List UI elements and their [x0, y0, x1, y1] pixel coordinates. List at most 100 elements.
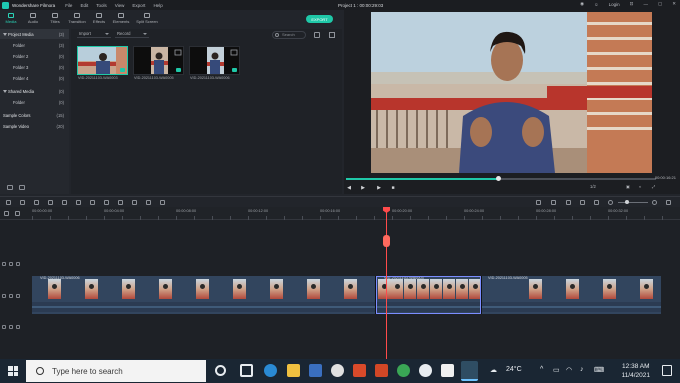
filter-icon[interactable]	[314, 32, 320, 38]
taskbar-search-input[interactable]: Type here to search	[26, 360, 206, 382]
task-view-icon[interactable]	[240, 364, 253, 377]
start-button[interactable]	[8, 366, 18, 376]
media-search-input[interactable]: Search	[272, 31, 306, 39]
cortana-icon[interactable]	[215, 365, 226, 376]
track-icon[interactable]	[2, 325, 6, 329]
tree-item-folder[interactable]: Folder (3)	[0, 40, 69, 50]
speed-icon[interactable]	[90, 200, 95, 205]
edge-icon[interactable]	[264, 364, 277, 377]
fullscreen-icon[interactable]: ⤢	[652, 184, 655, 189]
menu-file[interactable]: File	[65, 3, 72, 8]
eye-icon[interactable]	[16, 262, 20, 266]
menu-edit[interactable]: Edit	[80, 3, 88, 8]
adjust-icon[interactable]	[132, 200, 137, 205]
office-icon[interactable]	[353, 364, 366, 377]
import-dropdown[interactable]: Import	[77, 31, 111, 38]
mixer-icon[interactable]	[580, 200, 585, 205]
menu-export[interactable]: Export	[132, 3, 145, 8]
eye-icon[interactable]	[16, 294, 20, 298]
menu-help[interactable]: Help	[153, 3, 162, 8]
zoom-out-icon[interactable]	[608, 200, 613, 205]
media-item[interactable]	[189, 46, 240, 75]
tab-transition[interactable]: Transition	[66, 10, 88, 27]
preview-video[interactable]	[371, 12, 652, 173]
menu-view[interactable]: View	[115, 3, 125, 8]
crop-icon[interactable]	[62, 200, 67, 205]
tree-item-sample-video[interactable]: Sample Video (20)	[0, 121, 69, 131]
zoom-slider[interactable]	[618, 202, 648, 203]
notifications-icon[interactable]	[662, 365, 672, 376]
tab-audio[interactable]: Audio	[22, 10, 44, 27]
filmora-taskbar-icon[interactable]	[461, 361, 478, 381]
close-icon[interactable]: ✕	[672, 1, 676, 7]
language-icon[interactable]: ⌨	[594, 366, 604, 374]
tree-item-shared-media[interactable]: Shared Media (0)	[0, 86, 69, 96]
recolor-icon[interactable]	[160, 200, 165, 205]
zoom-slider-handle[interactable]	[625, 200, 629, 204]
cart-icon[interactable]: ⊡	[630, 1, 634, 7]
fit-timeline-icon[interactable]	[666, 200, 671, 205]
volume-icon[interactable]: ◐	[639, 184, 642, 189]
chrome-icon[interactable]	[331, 364, 344, 377]
minimize-icon[interactable]: —	[643, 2, 648, 7]
battery-icon[interactable]: ▭	[553, 366, 560, 374]
playhead-split-marker[interactable]	[383, 235, 390, 247]
timeline-ruler[interactable]: 00:00:00:00 00:00:04:00 00:00:08:00 00:00:1…	[0, 207, 680, 220]
snapshot-icon[interactable]: ▣	[626, 184, 630, 189]
tree-item-project-media[interactable]: Project Media (3)	[0, 29, 69, 39]
audio-mixer-icon[interactable]	[146, 200, 151, 205]
record-dropdown[interactable]: Record	[115, 31, 149, 38]
maximize-icon[interactable]: ▢	[658, 1, 662, 7]
mute-icon[interactable]	[16, 325, 20, 329]
speaker-icon[interactable]: ♪	[580, 366, 584, 373]
green-screen-icon[interactable]	[118, 200, 123, 205]
preview-scrubber[interactable]	[346, 176, 656, 181]
tree-item-sample-colors[interactable]: Sample Colors (15)	[0, 110, 69, 120]
grid-view-icon[interactable]	[329, 32, 335, 38]
cut-icon[interactable]	[48, 200, 53, 205]
weather-icon[interactable]: ☁	[490, 366, 497, 374]
network-icon[interactable]: ◠	[566, 366, 572, 374]
scrubber-handle[interactable]	[495, 176, 501, 181]
redo-icon[interactable]	[20, 200, 25, 205]
playback-quality[interactable]: 1/2	[590, 184, 596, 189]
login-link[interactable]: Login	[609, 2, 620, 7]
media-item[interactable]	[133, 46, 184, 75]
video-track[interactable]: VID-20211103-WA0006 VID-20211103-WA0003 …	[32, 276, 661, 314]
lock-icon[interactable]	[9, 294, 13, 298]
add-track-icon[interactable]	[4, 211, 9, 216]
music-icon[interactable]	[419, 364, 432, 377]
color-icon[interactable]	[104, 200, 109, 205]
step-back-icon[interactable]: ▶	[360, 185, 366, 191]
zoom-in-icon[interactable]	[652, 200, 657, 205]
tree-item-folder-2[interactable]: Folder 2 (0)	[0, 51, 69, 61]
powerpoint-icon[interactable]	[375, 364, 388, 377]
zoom-crop-icon[interactable]	[76, 200, 81, 205]
link-icon[interactable]	[15, 211, 20, 216]
tree-item-folder-3[interactable]: Folder 3 (0)	[0, 62, 69, 72]
stop-icon[interactable]: ■	[390, 185, 396, 191]
tab-media[interactable]: Media	[0, 10, 22, 27]
voiceover-icon[interactable]	[566, 200, 571, 205]
lock-icon[interactable]	[9, 325, 13, 329]
render-icon[interactable]	[536, 200, 541, 205]
selected-clip[interactable]	[376, 276, 481, 314]
tab-effects[interactable]: Effects	[88, 10, 110, 27]
taskbar-clock[interactable]: 12:38 AM 11/4/2021	[622, 362, 650, 380]
track-icon[interactable]	[2, 294, 6, 298]
media-item[interactable]	[77, 46, 128, 75]
tab-elements[interactable]: Elements	[110, 10, 132, 27]
menu-tools[interactable]: Tools	[96, 3, 107, 8]
tray-chevron-icon[interactable]: ^	[540, 366, 543, 373]
previous-frame-icon[interactable]: ◀	[346, 185, 352, 191]
tree-item-shared-folder[interactable]: Folder (0)	[0, 97, 69, 107]
folder-icon[interactable]	[19, 184, 25, 190]
delete-icon[interactable]	[34, 200, 39, 205]
tab-split-screen[interactable]: Split Screen	[132, 10, 162, 27]
notification-icon[interactable]: ◉	[580, 1, 584, 7]
export-button[interactable]: EXPORT	[306, 15, 333, 23]
play-icon[interactable]: ▶	[376, 185, 382, 191]
track-icon[interactable]	[2, 262, 6, 266]
account-icon[interactable]: ☺	[594, 2, 599, 7]
lock-icon[interactable]	[9, 262, 13, 266]
